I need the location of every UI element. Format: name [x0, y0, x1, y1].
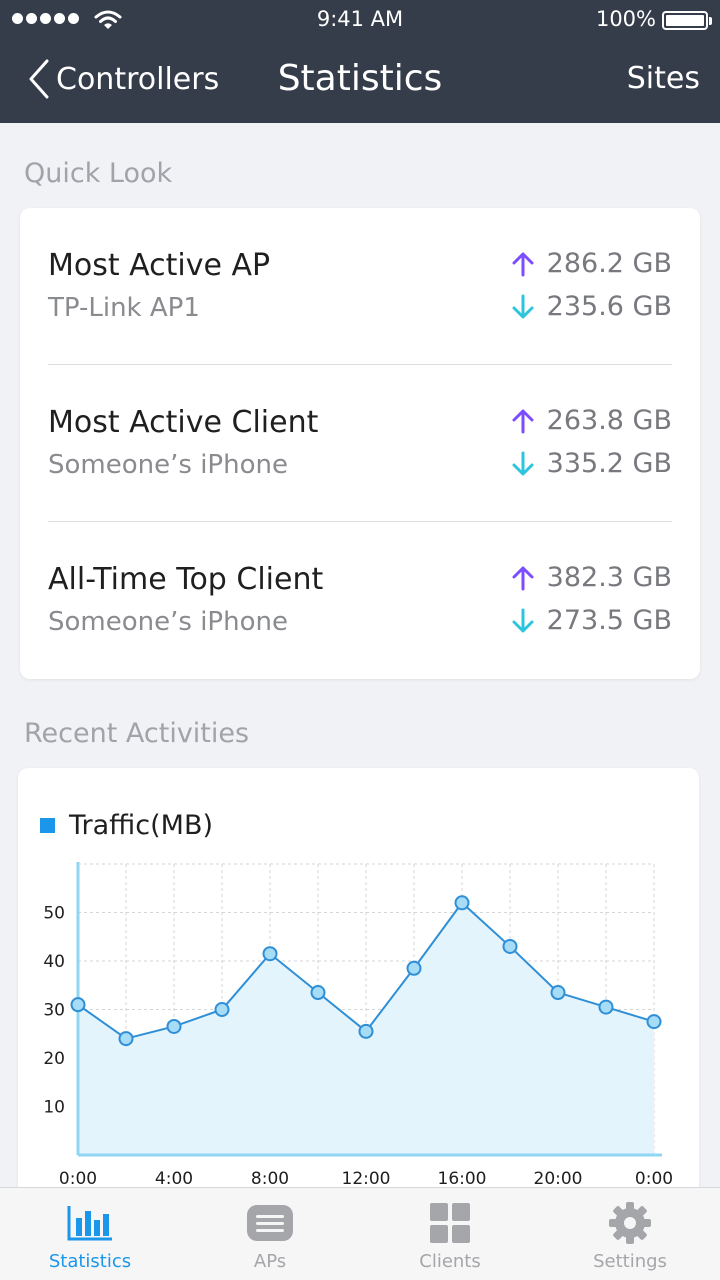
- top-bar: 9:41 AM 100% Controllers Statistics Site…: [0, 0, 720, 123]
- tab-clients[interactable]: Clients: [360, 1188, 540, 1280]
- arrow-down-icon: [512, 608, 534, 632]
- data-point: [166, 1018, 182, 1034]
- chevron-left-icon: [29, 59, 49, 99]
- y-tick-label: 30: [43, 1001, 65, 1021]
- gear-icon: [606, 1201, 654, 1245]
- battery-percentage: 100%: [595, 7, 656, 31]
- arrow-up-icon: [512, 566, 534, 590]
- tab-aps[interactable]: APs: [180, 1188, 360, 1280]
- row-subtitle: Someone’s iPhone: [48, 450, 288, 480]
- data-point: [70, 997, 86, 1013]
- quick-look-card: Most Active AP TP-Link AP1 286.2 GB 235.…: [20, 208, 700, 679]
- data-point: [502, 938, 518, 954]
- y-tick-label: 10: [43, 1098, 65, 1118]
- tab-bar: Statistics APs Clients Settings: [0, 1187, 720, 1280]
- tab-label: APs: [253, 1251, 287, 1272]
- row-title: Most Active Client: [48, 405, 319, 440]
- quick-look-row-most-active-client[interactable]: Most Active Client Someone’s iPhone 263.…: [48, 365, 672, 522]
- arrow-up-icon: [512, 409, 534, 433]
- data-point: [646, 1014, 662, 1030]
- row-subtitle: TP-Link AP1: [48, 293, 200, 323]
- data-point: [310, 985, 326, 1001]
- access-point-icon: [246, 1201, 294, 1245]
- tab-label: Settings: [593, 1251, 667, 1272]
- bar-chart-icon: [66, 1201, 114, 1245]
- download-value: 273.5 GB: [511, 605, 672, 636]
- row-title: All-Time Top Client: [48, 562, 324, 597]
- arrow-down-icon: [512, 451, 534, 475]
- row-subtitle: Someone’s iPhone: [48, 607, 288, 637]
- data-point: [550, 985, 566, 1001]
- x-tick-label: 16:00: [438, 1169, 487, 1189]
- quick-look-row-all-time-top-client[interactable]: All-Time Top Client Someone’s iPhone 382…: [48, 522, 672, 679]
- arrow-up-icon: [512, 252, 534, 276]
- status-bar: 9:41 AM 100%: [0, 0, 720, 40]
- traffic-chart-card: Traffic(MB) 10 20 30 40 50 0:00 4:00 8:00 12:00 1…: [18, 768, 699, 1228]
- x-tick-label: 0:00: [635, 1169, 673, 1189]
- battery-icon: [662, 11, 712, 30]
- quick-look-heading: Quick Look: [24, 158, 173, 189]
- recent-activities-heading: Recent Activities: [24, 718, 250, 749]
- download-value: 235.6 GB: [511, 291, 672, 322]
- traffic-chart: 10 20 30 40 50 0:00 4:00 8:00 12:00 16:00 20:00 0:0…: [43, 862, 673, 1189]
- tab-statistics[interactable]: Statistics: [0, 1188, 180, 1280]
- back-button[interactable]: Controllers: [28, 59, 219, 99]
- data-point: [598, 999, 614, 1015]
- navigation-bar: Controllers Statistics Sites: [0, 40, 720, 123]
- data-point: [214, 1002, 230, 1017]
- tab-settings[interactable]: Settings: [540, 1188, 720, 1280]
- x-tick-label: 8:00: [251, 1169, 289, 1189]
- data-point: [358, 1023, 374, 1039]
- data-point: [406, 960, 422, 976]
- tab-label: Statistics: [48, 1251, 132, 1272]
- download-value: 335.2 GB: [511, 448, 672, 479]
- x-tick-label: 12:00: [342, 1169, 391, 1189]
- arrow-down-icon: [512, 294, 534, 318]
- y-tick-label: 50: [43, 904, 65, 924]
- upload-value: 263.8 GB: [511, 405, 672, 436]
- y-tick-label: 20: [43, 1049, 65, 1069]
- data-point: [118, 1031, 134, 1047]
- row-title: Most Active AP: [48, 248, 271, 283]
- tab-label: Clients: [419, 1251, 481, 1272]
- x-tick-label: 20:00: [534, 1169, 583, 1189]
- x-tick-label: 0:00: [59, 1169, 97, 1189]
- data-point: [454, 895, 470, 911]
- quick-look-row-most-active-ap[interactable]: Most Active AP TP-Link AP1 286.2 GB 235.…: [48, 208, 672, 365]
- y-tick-label: 40: [43, 952, 65, 972]
- upload-value: 382.3 GB: [511, 562, 672, 593]
- back-button-label: Controllers: [56, 61, 220, 97]
- upload-value: 286.2 GB: [511, 248, 672, 279]
- data-point: [262, 946, 278, 962]
- sites-button[interactable]: Sites: [627, 61, 700, 96]
- grid-icon: [426, 1201, 474, 1245]
- x-tick-label: 4:00: [155, 1169, 193, 1189]
